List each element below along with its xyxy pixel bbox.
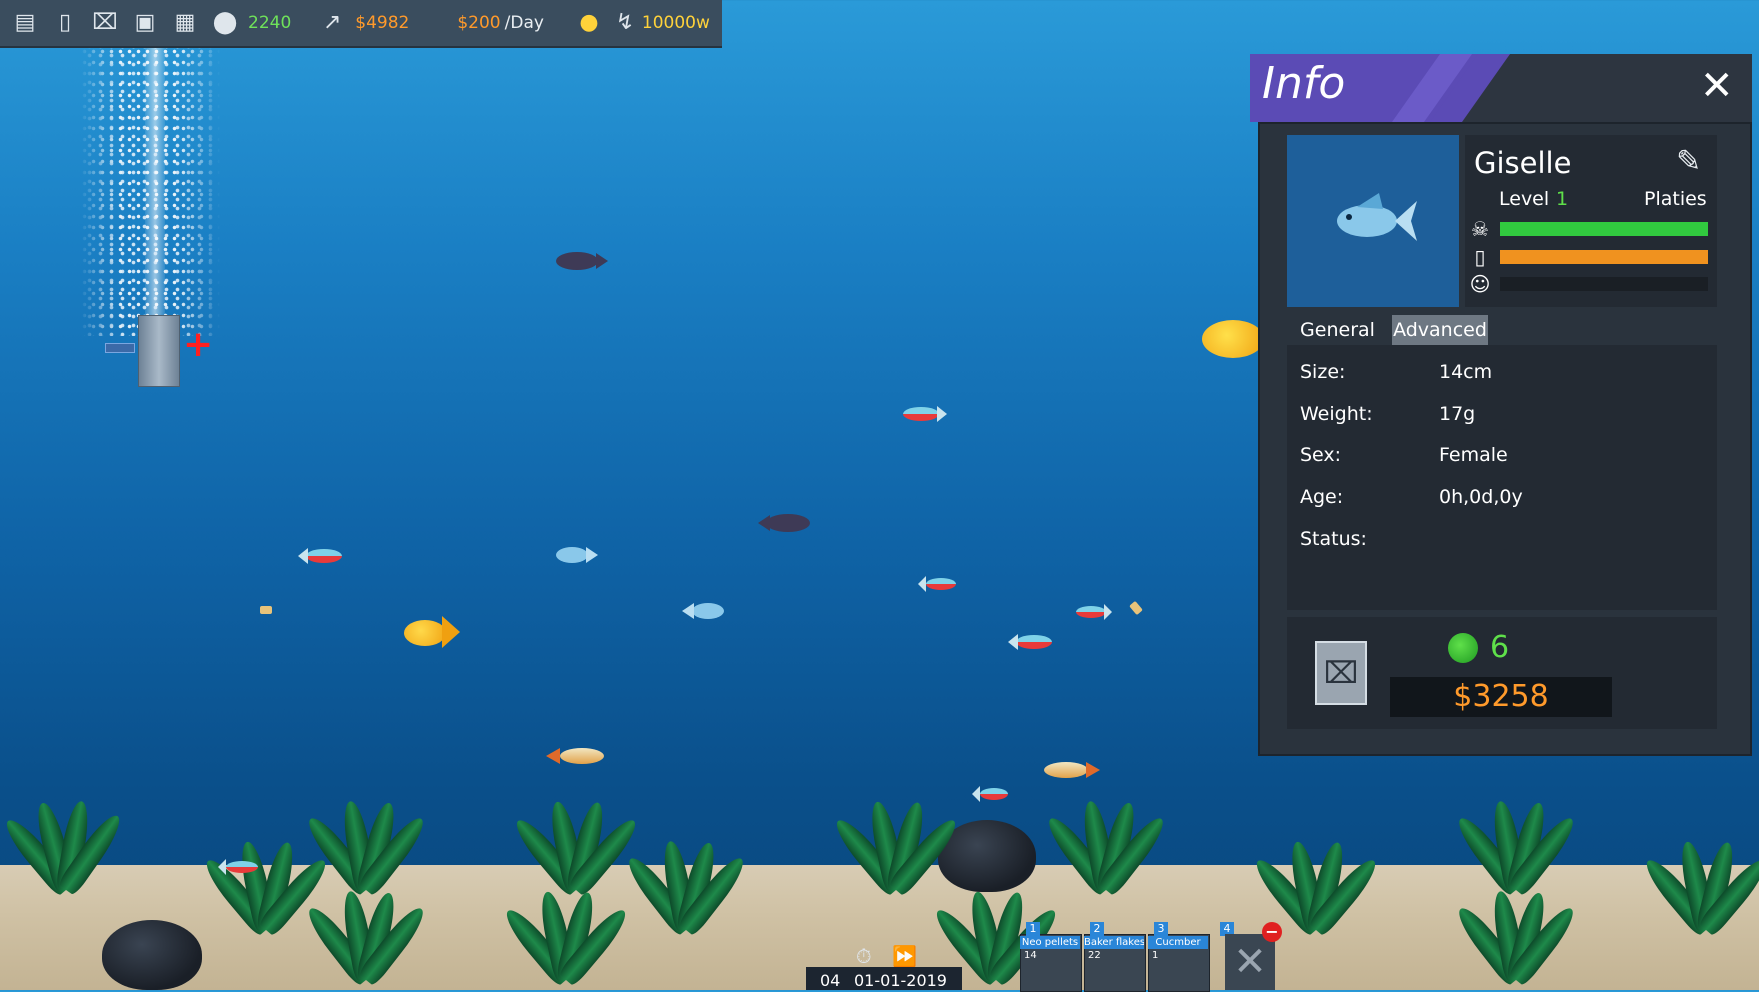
trend-icon: ↗ — [317, 8, 347, 38]
food-pellet — [1129, 601, 1143, 615]
sell-coins-value: 6 — [1490, 630, 1509, 665]
fridge-icon[interactable]: ▣ — [130, 8, 160, 38]
sell-icon: ⌧ — [1324, 656, 1359, 691]
weight-value: 17g — [1439, 403, 1475, 425]
plant — [1040, 780, 1160, 890]
hunger-bar-fill — [1500, 250, 1708, 264]
happiness-bar — [1500, 277, 1708, 291]
plant — [0, 780, 120, 890]
power-icon: ↯ — [610, 8, 640, 38]
fish[interactable] — [556, 250, 608, 272]
air-bubbles — [80, 46, 220, 336]
fish[interactable] — [1076, 604, 1114, 620]
day-counter: 04 — [820, 971, 840, 990]
plant — [300, 870, 420, 980]
food-slot-4-empty[interactable]: ✕ — [1225, 934, 1275, 990]
plant — [500, 870, 620, 980]
tab-general[interactable]: General — [1290, 315, 1385, 345]
fish[interactable] — [1008, 632, 1052, 652]
income-unit: /Day — [505, 13, 544, 33]
skull-icon: ☠ — [1468, 217, 1492, 241]
close-icon: ✕ — [1233, 939, 1267, 985]
sex-value: Female — [1439, 444, 1508, 466]
sell-icon[interactable]: ⌧ — [90, 8, 120, 38]
sex-label: Sex: — [1300, 444, 1341, 466]
fish[interactable] — [218, 858, 258, 876]
health-bar — [1500, 222, 1708, 236]
fish[interactable] — [918, 576, 956, 592]
smiley-icon: ☺ — [1468, 272, 1492, 296]
level-label: Level — [1499, 188, 1549, 210]
fish[interactable] — [556, 544, 598, 566]
remove-icon[interactable]: − — [1262, 922, 1282, 942]
coin-icon: ⬤ — [210, 8, 240, 38]
air-pump[interactable] — [138, 315, 180, 387]
plant — [1640, 820, 1759, 930]
sell-price: $3258 — [1390, 677, 1612, 717]
pump-add-icon[interactable]: + — [183, 330, 213, 360]
date-value: 01-01-2019 — [854, 971, 947, 990]
fish-portrait-icon — [1287, 135, 1459, 307]
fish[interactable] — [972, 786, 1008, 802]
bulb-icon[interactable]: ● — [574, 8, 604, 38]
fish-portrait — [1287, 135, 1459, 307]
air-pump-level-bar — [105, 343, 135, 353]
plant — [1450, 870, 1570, 980]
food-slot-number: 2 — [1090, 922, 1104, 936]
food-pellet — [260, 606, 272, 614]
size-label: Size: — [1300, 361, 1345, 383]
top-toolbar: ▤ ▯ ⌧ ▣ ▦ ⬤ 2240 ↗ $4982 $200 /Day ● ↯ 1… — [0, 0, 722, 48]
fast-forward-icon[interactable]: ⏩ — [892, 944, 917, 968]
age-label: Age: — [1300, 486, 1343, 508]
edit-name-icon[interactable]: ✎ — [1676, 144, 1701, 179]
shop-icon[interactable]: ▤ — [10, 8, 40, 38]
tab-advanced[interactable]: Advanced — [1392, 315, 1488, 345]
fish-species: Platies — [1644, 188, 1707, 210]
money-counter: $4982 — [355, 13, 409, 33]
age-value: 0h,0d,0y — [1439, 486, 1523, 508]
food-slot-number: 3 — [1154, 922, 1168, 936]
health-bar-fill — [1500, 222, 1708, 236]
aquarium-icon[interactable]: ▦ — [170, 8, 200, 38]
food-slot-label: Neo pellets — [1020, 936, 1080, 949]
coins-counter: 2240 — [248, 13, 291, 33]
food-slot-count: 14 — [1024, 950, 1037, 961]
food-slot-number: 1 — [1026, 922, 1040, 936]
food-slot-label: Cucmber — [1148, 936, 1208, 949]
sell-fish-button[interactable]: ⌧ — [1315, 641, 1367, 705]
weight-label: Weight: — [1300, 403, 1373, 425]
power-counter: 10000w — [642, 13, 710, 33]
stopwatch-icon[interactable]: ⏱ — [856, 944, 872, 968]
fish[interactable] — [758, 512, 812, 536]
food-slot-count: 22 — [1088, 950, 1101, 961]
size-value: 14cm — [1439, 361, 1492, 383]
level-value: 1 — [1556, 188, 1568, 210]
fish-name: Giselle — [1474, 146, 1571, 180]
fish[interactable] — [682, 600, 724, 622]
coin-icon — [1448, 633, 1478, 663]
status-label: Status: — [1300, 528, 1367, 550]
plant — [620, 820, 740, 930]
rock — [102, 920, 202, 990]
close-icon[interactable]: ✕ — [1700, 66, 1734, 106]
info-title: Info — [1262, 58, 1345, 109]
fish[interactable] — [546, 744, 604, 768]
fish[interactable] — [903, 404, 947, 424]
fish-details — [1287, 345, 1717, 610]
food-slot-count: 1 — [1152, 950, 1158, 961]
fish[interactable] — [1044, 758, 1102, 782]
income-amount: $200 — [457, 13, 500, 33]
filter-icon[interactable]: ▯ — [50, 8, 80, 38]
plant — [1250, 820, 1370, 930]
hunger-bar — [1500, 250, 1708, 264]
food-slot-label: Baker flakes — [1084, 936, 1144, 949]
fish[interactable] — [404, 616, 460, 648]
food-can-icon: ▯ — [1468, 245, 1492, 269]
fish[interactable] — [298, 546, 342, 566]
